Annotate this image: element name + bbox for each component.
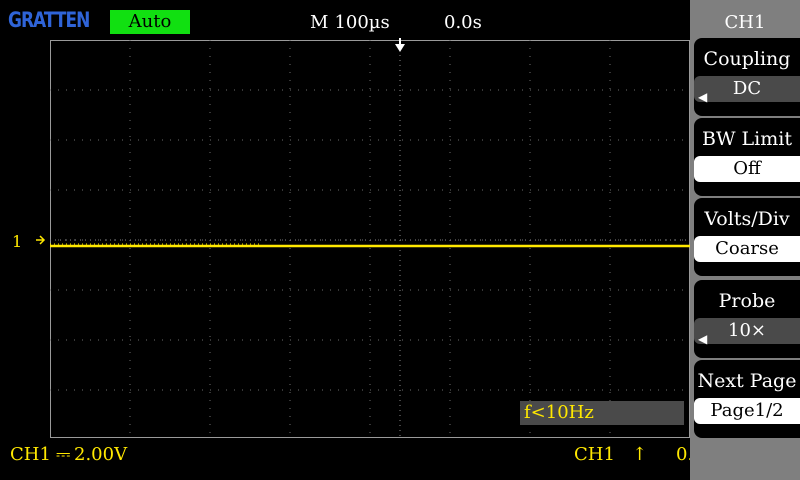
bw-limit-label: BW Limit: [702, 128, 792, 150]
status-ch-label: CH1: [10, 444, 51, 465]
channel1-ground-arrow-icon: [36, 235, 46, 245]
volts-div-readout: 2.00V: [74, 444, 128, 465]
coupling-label: Coupling: [703, 48, 791, 70]
frequency-readout: f<10Hz: [520, 401, 684, 425]
left-arrow-icon: ◀: [698, 90, 708, 104]
menu-title: CH1: [724, 12, 766, 33]
probe-menu-button[interactable]: Probe ◀ 10×: [694, 280, 800, 358]
trigger-position-marker: [395, 38, 405, 52]
coupling-value: ◀ DC: [694, 76, 800, 104]
rising-edge-icon: ↑: [632, 444, 648, 465]
graticule-dots: [50, 40, 690, 438]
probe-label: Probe: [718, 290, 776, 312]
channel1-ground-marker: 1: [12, 232, 23, 251]
coupling-menu-button[interactable]: Coupling ◀ DC: [694, 38, 800, 116]
left-arrow-icon: ◀: [698, 332, 708, 346]
channel-menu-panel: CH1 Coupling ◀ DC BW Limit Off Volts/Div…: [690, 0, 800, 480]
volts-div-value: Coarse: [694, 236, 800, 262]
bw-limit-menu-button[interactable]: BW Limit Off: [694, 118, 800, 196]
dc-coupling-icon: ⎓: [56, 444, 71, 465]
bw-limit-value: Off: [694, 156, 800, 182]
volts-div-label: Volts/Div: [704, 208, 790, 230]
page-indicator: Page1/2: [694, 398, 800, 424]
graticule-center-axes: [50, 40, 690, 438]
probe-value: ◀ 10×: [694, 318, 800, 346]
next-page-label: Next Page: [697, 370, 797, 392]
trigger-source-readout: CH1: [574, 444, 615, 465]
volts-div-menu-button[interactable]: Volts/Div Coarse: [694, 198, 800, 276]
next-page-menu-button[interactable]: Next Page Page1/2: [694, 360, 800, 438]
